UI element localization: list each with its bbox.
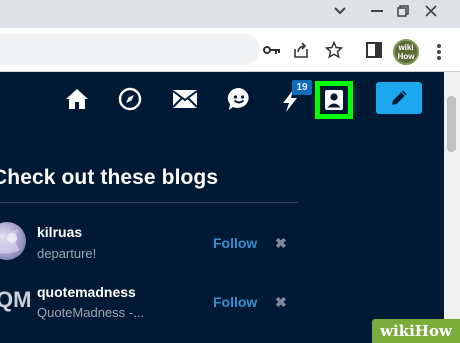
wikihow-watermark: wiki How	[372, 319, 460, 343]
compose-icon	[392, 90, 407, 105]
share-icon[interactable]	[291, 40, 311, 60]
blog-avatar[interactable]: QM	[0, 287, 31, 313]
chat-icon[interactable]	[226, 86, 252, 112]
minimize-chevron-icon[interactable]	[329, 2, 351, 20]
account-button[interactable]	[315, 81, 353, 119]
scrollbar-thumb[interactable]	[447, 96, 456, 152]
follow-button[interactable]: Follow	[213, 294, 257, 310]
account-icon	[320, 86, 348, 114]
explore-icon[interactable]	[117, 86, 143, 112]
watermark-suffix: How	[414, 322, 452, 340]
dismiss-icon[interactable]: ✖	[275, 235, 287, 252]
sidebar-icon[interactable]	[364, 40, 384, 60]
blog-description: QuoteMadness -...	[37, 305, 144, 320]
address-bar[interactable]	[0, 34, 260, 65]
bookmark-star-icon[interactable]	[324, 40, 344, 60]
close-window-icon[interactable]	[420, 2, 442, 20]
compose-button[interactable]	[376, 82, 422, 114]
browser-toolbar	[0, 28, 460, 72]
blog-description: departure!	[37, 246, 97, 261]
home-icon[interactable]	[64, 86, 90, 112]
watermark-prefix: wiki	[380, 322, 415, 340]
section-divider	[0, 202, 298, 203]
key-icon[interactable]	[262, 40, 282, 60]
mail-icon[interactable]	[171, 88, 199, 110]
blog-name[interactable]: quotemadness	[37, 284, 136, 300]
section-title: Check out these blogs	[0, 166, 219, 189]
minimize-icon[interactable]	[366, 2, 388, 20]
dismiss-icon[interactable]: ✖	[275, 294, 287, 311]
kebab-menu-icon[interactable]	[436, 41, 442, 63]
restore-window-icon[interactable]	[392, 2, 414, 20]
notification-badge: 19	[292, 80, 312, 95]
profile-avatar[interactable]: wiki How	[393, 39, 419, 65]
browser-title-bar	[0, 0, 460, 28]
blog-name[interactable]: kilruas	[37, 224, 82, 240]
follow-button[interactable]: Follow	[213, 235, 257, 251]
